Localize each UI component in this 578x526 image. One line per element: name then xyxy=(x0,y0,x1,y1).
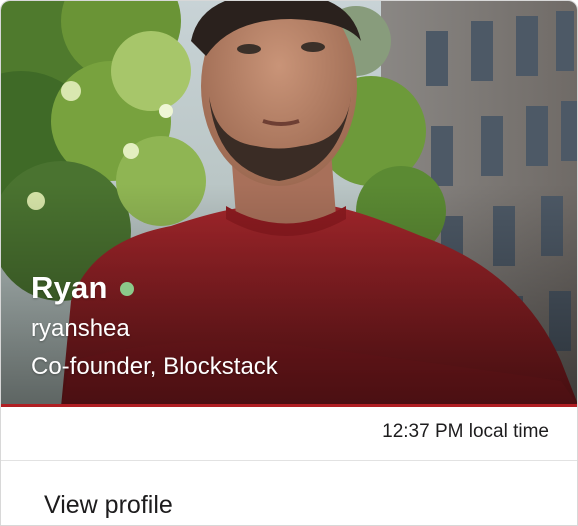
profile-overlay: Ryan ryanshea Co-founder, Blockstack xyxy=(31,267,278,384)
profile-username: ryanshea xyxy=(31,315,130,342)
local-time-row: 12:37 PM local time xyxy=(1,407,577,461)
profile-title: Co-founder, Blockstack xyxy=(31,353,278,380)
profile-card: Ryan ryanshea Co-founder, Blockstack 12:… xyxy=(0,0,578,526)
profile-name[interactable]: Ryan xyxy=(31,270,108,306)
presence-status-icon xyxy=(119,282,134,296)
name-row: Ryan xyxy=(31,267,278,309)
profile-photo: Ryan ryanshea Co-founder, Blockstack xyxy=(1,1,577,407)
local-time: 12:37 PM local time xyxy=(382,421,549,442)
view-profile-button[interactable]: View profile xyxy=(44,491,173,520)
